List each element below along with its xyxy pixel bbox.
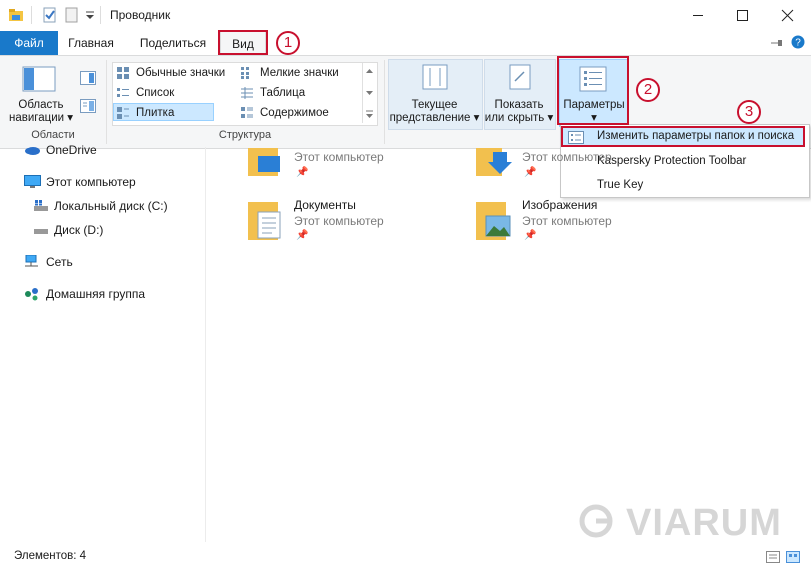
tab-home[interactable]: Главная [62, 31, 120, 55]
list-icon [117, 87, 129, 99]
documents-folder-icon [248, 202, 281, 240]
layout-gallery-scroll[interactable] [362, 63, 376, 123]
help-icon[interactable]: ? [791, 35, 805, 52]
watermark-logo-icon [579, 504, 613, 538]
tab-share[interactable]: Поделиться [133, 31, 213, 55]
nav-item-homegroup-label: Домашняя группа [46, 287, 146, 301]
layout-list-label: Список [136, 87, 175, 99]
panes-group-label: Области [31, 129, 75, 141]
network-icon [25, 255, 38, 267]
small-icons-icon [241, 67, 253, 79]
annotation-box-view-tab [218, 30, 268, 55]
downloads-folder-icon [476, 148, 512, 176]
tiles-icon [117, 107, 129, 119]
tile-location: Этот компьютер [294, 214, 384, 228]
maximize-button[interactable] [720, 0, 765, 31]
nav-item-drive-c-label: Локальный диск (C:) [54, 199, 168, 213]
tile-item[interactable]: Этот компьютер 📌 [248, 148, 448, 188]
tile-name: Документы [294, 198, 356, 212]
item-count: Элементов: 4 [14, 550, 87, 562]
layout-tiles-label: Плитка [136, 107, 175, 119]
details-pane-icon[interactable] [80, 99, 96, 116]
annotation-box-folder-options [561, 126, 805, 147]
title-separator [100, 6, 101, 24]
folder-icon[interactable] [8, 7, 24, 26]
layout-details-label: Таблица [260, 87, 306, 99]
close-button[interactable] [765, 0, 810, 31]
layout-content[interactable]: Содержимое [238, 104, 370, 122]
show-hide-label: Показать или скрыть ▾ [484, 99, 554, 125]
pin-ribbon-icon[interactable] [770, 37, 784, 52]
windows-drive-icon [34, 200, 48, 211]
layout-details[interactable]: Таблица [238, 84, 370, 102]
window-title: Проводник [110, 8, 171, 22]
status-bar: Элементов: 4 [0, 545, 811, 570]
nav-item-onedrive-label: OneDrive [46, 143, 97, 157]
show-hide-label-2: или скрыть ▾ [484, 112, 554, 124]
watermark: VIARUM [578, 502, 782, 545]
homegroup-icon [25, 288, 38, 301]
current-view-label-1: Текущее [411, 99, 458, 111]
computer-icon [24, 175, 41, 188]
annotation-step-2: 2 [636, 78, 660, 102]
cloud-icon [25, 147, 40, 155]
tile-item[interactable]: Этот компьютер 📌 [476, 148, 676, 188]
pin-icon: 📌 [296, 230, 309, 241]
chevron-down-icon[interactable] [84, 9, 96, 23]
tile-name: Изображения [522, 198, 598, 212]
drive-icon [34, 229, 48, 234]
current-view-label-2: представление ▾ [389, 112, 480, 124]
navigation-pane-label-1: Область [18, 99, 64, 111]
layout-large-icons[interactable]: Обычные значки [114, 64, 236, 82]
layout-small-icons[interactable]: Мелкие значки [238, 64, 370, 82]
content-icon [241, 107, 253, 119]
tiles-view-icon[interactable] [786, 551, 800, 566]
show-hide-icon [507, 64, 533, 93]
ribbon-tabs: Файл Главная Поделиться Вид ? [0, 31, 811, 55]
layout-tiles[interactable]: Плитка [113, 103, 214, 121]
layout-content-label: Содержимое [260, 107, 329, 119]
tile-location: Этот компьютер [522, 150, 612, 164]
tab-file[interactable]: Файл [0, 31, 58, 55]
show-hide-label-1: Показать [494, 99, 544, 111]
annotation-step-3: 3 [737, 100, 761, 124]
tile-location: Этот компьютер [294, 150, 384, 164]
pin-icon: 📌 [296, 167, 309, 178]
minimize-button[interactable] [675, 0, 720, 31]
nav-pane-divider [205, 147, 206, 542]
preview-pane-icon[interactable] [80, 71, 96, 88]
navigation-pane-label-2: навигации ▾ [8, 112, 74, 124]
pictures-folder-icon [476, 202, 511, 240]
nav-item-this-pc-label: Этот компьютер [46, 175, 136, 189]
annotation-step-1: 1 [276, 31, 300, 55]
pin-icon: 📌 [524, 167, 537, 178]
navigation-pane-icon[interactable] [22, 66, 56, 95]
svg-text:?: ? [795, 38, 801, 49]
details-view-icon[interactable] [766, 551, 780, 566]
new-folder-icon[interactable] [64, 7, 80, 26]
annotation-box-options [557, 56, 629, 125]
tile-location: Этот компьютер [522, 214, 612, 228]
tile-item[interactable]: Документы Этот компьютер 📌 [248, 198, 448, 244]
layout-small-icons-label: Мелкие значки [260, 67, 339, 79]
layout-large-icons-label: Обычные значки [136, 67, 226, 79]
navigation-pane-button[interactable]: Область навигации ▾ [6, 99, 76, 125]
properties-icon[interactable] [42, 7, 58, 26]
current-view-icon [421, 64, 449, 93]
nav-item-network-label: Сеть [46, 255, 73, 269]
layout-list[interactable]: Список [114, 84, 236, 102]
qa-separator [31, 6, 32, 24]
nav-item-drive-d-label: Диск (D:) [54, 223, 104, 237]
large-icons-icon [117, 67, 129, 79]
details-icon [241, 87, 253, 99]
tile-item[interactable]: Изображения Этот компьютер 📌 [476, 198, 676, 244]
group-separator [384, 60, 385, 144]
pin-icon: 📌 [524, 230, 537, 241]
current-view-label: Текущее представление ▾ [388, 99, 481, 125]
layout-group-label: Структура [218, 129, 272, 141]
desktop-folder-icon [248, 148, 280, 176]
title-bar: Проводник [0, 0, 811, 31]
watermark-text: VIARUM [626, 502, 782, 544]
